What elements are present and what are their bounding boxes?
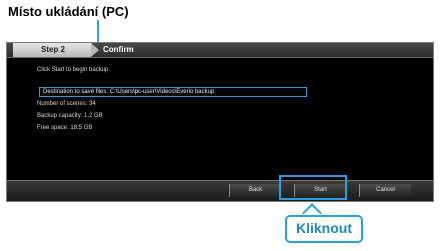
destination-heading: Místo ukládání (PC) xyxy=(8,4,129,19)
tab-confirm: Confirm xyxy=(103,45,134,54)
button-bar: Back Start Cancel xyxy=(7,180,433,201)
click-callout-text: Kliknout xyxy=(296,220,352,236)
tab-step-2: Step 2 xyxy=(13,43,91,57)
destination-path: Destination to save files: C:\Users\pc-u… xyxy=(43,89,215,95)
destination-field: Destination to save files: C:\Users\pc-u… xyxy=(39,87,307,97)
info-free-space: Free space: 18.5 GB xyxy=(37,125,93,131)
cancel-button[interactable]: Cancel xyxy=(359,184,411,197)
back-button[interactable]: Back xyxy=(229,184,281,197)
start-button-highlight xyxy=(279,175,347,200)
info-scenes: Number of scenes: 34 xyxy=(37,101,96,107)
instruction-text: Click Start to begin backup. xyxy=(37,67,111,73)
backup-dialog: Step 2 Confirm Click Start to begin back… xyxy=(6,42,434,202)
info-capacity: Backup capacity: 1.2 GB xyxy=(37,113,103,119)
click-callout: Kliknout xyxy=(285,215,363,243)
tab-arrow-icon xyxy=(91,43,99,57)
step-tabbar: Step 2 Confirm xyxy=(7,43,433,58)
